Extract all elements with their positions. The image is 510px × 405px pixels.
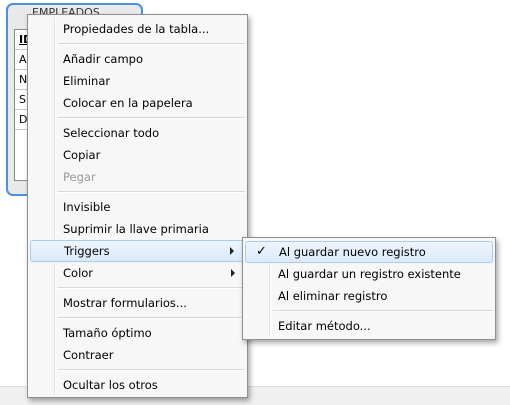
menu-item-paste: Pegar: [63, 170, 96, 184]
menu-separator: [58, 317, 245, 319]
menu-item-show-forms[interactable]: Mostrar formularios...: [30, 292, 245, 314]
submenu-arrow-icon: [231, 269, 235, 277]
menu-item-label: Color: [63, 266, 94, 280]
menu-item-delete[interactable]: Eliminar: [30, 70, 245, 92]
menu-item-add-field[interactable]: Añadir campo: [30, 48, 245, 70]
submenu-item-edit-method[interactable]: Editar método...: [245, 315, 493, 337]
menu-separator: [58, 369, 245, 371]
menu-item-table-properties[interactable]: Propiedades de la tabla...: [30, 18, 245, 40]
submenu-item-on-save-existing-record[interactable]: Al guardar un registro existente: [245, 263, 493, 285]
menu-item-triggers[interactable]: Triggers: [30, 240, 245, 262]
menu-item-label: Triggers: [64, 244, 110, 258]
submenu-arrow-icon: [230, 247, 234, 255]
menu-item-hide-others[interactable]: Ocultar los otros: [30, 374, 245, 396]
menu-item-invisible[interactable]: Invisible: [30, 196, 245, 218]
menu-separator: [273, 310, 493, 312]
menu-item-color[interactable]: Color: [30, 262, 245, 284]
menu-item-remove-primary-key[interactable]: Suprimir la llave primaria: [30, 218, 245, 240]
menu-separator: [58, 191, 245, 193]
menu-item-move-to-trash[interactable]: Colocar en la papelera: [30, 92, 245, 114]
table-context-menu: Propiedades de la tabla... Añadir campo …: [27, 14, 248, 398]
menu-item-collapse[interactable]: Contraer: [30, 344, 245, 366]
menu-separator: [58, 117, 245, 119]
checkmark-icon: ✓: [256, 244, 267, 259]
menu-item-copy[interactable]: Copiar: [30, 144, 245, 166]
menu-separator: [58, 287, 245, 289]
menu-item-select-all[interactable]: Seleccionar todo: [30, 122, 245, 144]
menu-item-label: Al guardar nuevo registro: [279, 245, 426, 259]
triggers-submenu: ✓ Al guardar nuevo registro Al guardar u…: [242, 237, 496, 340]
menu-separator: [58, 43, 245, 45]
submenu-item-on-delete-record[interactable]: Al eliminar registro: [245, 285, 493, 307]
submenu-item-on-save-new-record[interactable]: ✓ Al guardar nuevo registro: [245, 241, 493, 263]
menu-item-optimal-size[interactable]: Tamaño óptimo: [30, 322, 245, 344]
